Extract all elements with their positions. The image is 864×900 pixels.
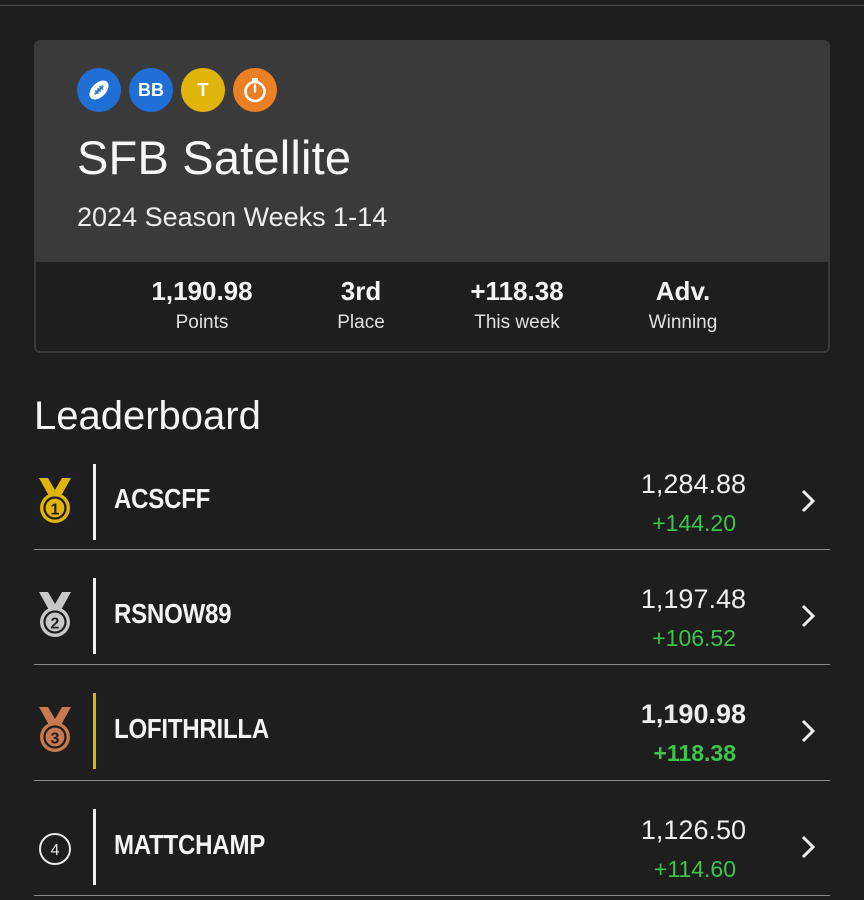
league-card: BB T SFB Satellite 2024 Season Weeks 1-1… [34, 40, 830, 353]
stat-value: Adv. [655, 276, 711, 306]
svg-text:3: 3 [51, 731, 60, 748]
rank-circle-icon: 4 [34, 832, 76, 872]
player-weekly-delta: +114.60 [653, 855, 736, 882]
leaderboard-row-current-user[interactable]: 3 LOFITHRILLA 1,190.98 +118.38 [34, 665, 830, 781]
leaderboard-row[interactable]: 4 MATTCHAMP 1,126.50 +114.60 [34, 781, 830, 896]
leaderboard-row[interactable]: 1 ACSCFF 1,284.88 +144.20 [34, 458, 830, 550]
stopwatch-icon [233, 68, 277, 112]
player-points: 1,126.50 [640, 814, 746, 845]
leaderboard-title: Leaderboard [34, 394, 261, 438]
stat-points: 1,190.98 Points [122, 274, 282, 338]
svg-text:4: 4 [51, 842, 60, 859]
bb-badge-icon: BB [129, 68, 173, 112]
svg-text:2: 2 [51, 616, 60, 633]
row-divider-bar [93, 578, 96, 654]
row-divider-bar [93, 464, 96, 540]
leaderboard-list: 1 ACSCFF 1,284.88 +144.20 2 RSNOW89 1,19… [34, 458, 830, 896]
player-name: LOFITHRILLA [114, 713, 269, 745]
player-weekly-delta: +118.38 [653, 740, 736, 767]
stat-label: Winning [648, 312, 718, 333]
league-header: BB T SFB Satellite 2024 Season Weeks 1-1… [36, 42, 828, 262]
league-title: SFB Satellite [77, 131, 352, 184]
league-badges: BB T [77, 68, 277, 112]
stat-label: Points [175, 312, 229, 333]
league-subtitle: 2024 Season Weeks 1-14 [77, 202, 388, 232]
stat-value: 1,190.98 [151, 276, 253, 306]
player-name: RSNOW89 [114, 598, 232, 629]
chevron-right-icon[interactable] [800, 834, 816, 865]
player-points: 1,190.98 [640, 699, 746, 730]
stat-label: Place [337, 312, 385, 333]
chevron-right-icon[interactable] [800, 488, 816, 519]
player-points: 1,197.48 [640, 584, 746, 614]
leaderboard-row[interactable]: 2 RSNOW89 1,197.48 +106.52 [34, 550, 830, 666]
silver-medal-icon: 2 [34, 590, 76, 645]
stat-place: 3rd Place [281, 274, 441, 338]
league-stats: 1,190.98 Points 3rd Place +118.38 This w… [36, 262, 828, 351]
player-name: MATTCHAMP [114, 828, 266, 860]
player-weekly-delta: +144.20 [652, 510, 736, 536]
stat-this-week: +118.38 This week [437, 274, 597, 338]
stat-winning: Adv. Winning [603, 274, 763, 338]
row-divider-bar [93, 808, 96, 885]
stat-value: +118.38 [470, 276, 564, 306]
top-divider [0, 5, 864, 6]
player-name: ACSCFF [114, 483, 211, 514]
stat-label: This week [474, 312, 560, 333]
row-highlight-bar [93, 693, 96, 770]
chevron-right-icon[interactable] [800, 603, 816, 634]
chevron-right-icon[interactable] [800, 718, 816, 749]
t-badge-icon: T [181, 68, 225, 112]
stat-value: 3rd [340, 276, 382, 306]
player-points: 1,284.88 [640, 469, 746, 499]
football-icon [77, 68, 121, 112]
player-weekly-delta: +106.52 [652, 625, 736, 651]
bronze-medal-icon: 3 [34, 705, 76, 760]
gold-medal-icon: 1 [34, 476, 76, 531]
svg-text:1: 1 [51, 502, 60, 519]
